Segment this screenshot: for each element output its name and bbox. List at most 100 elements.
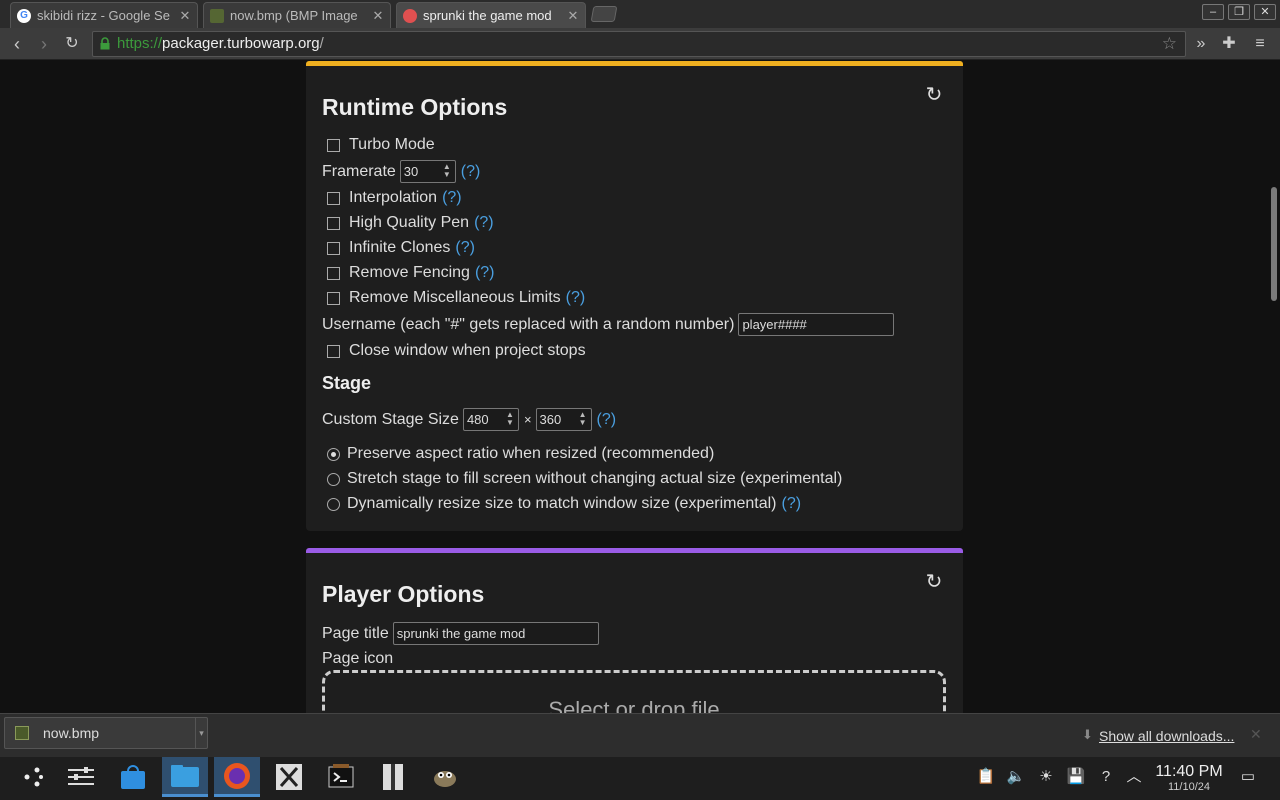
downloads-bar: now.bmp ▾ ⬇ Show all downloads... ✕ <box>0 713 1280 757</box>
menu-icon[interactable]: ≡ <box>1250 34 1270 54</box>
stepper-icon[interactable]: ▲ ▼ <box>579 411 587 427</box>
tray-expand-icon[interactable]: ︿ <box>1124 767 1144 787</box>
browser-toolbar: ‹ › ↻ https://packager.turbowarp.org/ ☆ … <box>0 28 1280 60</box>
lock-icon <box>100 37 110 50</box>
tab-turbowarp[interactable]: sprunki the game mod ✕ <box>396 2 586 28</box>
page-title-input[interactable]: sprunki the game mod <box>392 622 599 645</box>
close-tab-icon[interactable]: ✕ <box>372 8 384 24</box>
stage-size-option: Custom Stage Size 480 ▲ ▼ × 360 ▲ ▼ (?) <box>322 408 616 431</box>
scrollbar-thumb[interactable] <box>1271 187 1277 301</box>
image-file-icon <box>15 726 29 740</box>
system-clock[interactable]: 11:40 PM 11/10/24 <box>1150 763 1228 793</box>
extensions-overflow-icon[interactable]: » <box>1191 34 1211 54</box>
tab-bmp[interactable]: now.bmp (BMP Image ✕ <box>203 2 391 28</box>
page-title-option: Page title sprunki the game mod <box>322 622 599 645</box>
help-link[interactable]: (?) <box>781 495 801 513</box>
turbo-mode-checkbox[interactable] <box>327 138 340 152</box>
close-window-option[interactable]: Close window when project stops <box>322 342 586 360</box>
dynamic-resize-radio[interactable] <box>327 497 340 511</box>
turbo-mode-option[interactable]: Turbo Mode <box>322 136 435 154</box>
save-icon[interactable]: 💾 <box>1066 767 1086 787</box>
reset-icon[interactable]: ↻ <box>923 84 945 106</box>
tab-google[interactable]: G skibidi rizz - Google Se ✕ <box>10 2 198 28</box>
close-tab-icon[interactable]: ✕ <box>179 8 191 24</box>
framerate-option: Framerate 30 ▲ ▼ (?) <box>322 160 480 183</box>
hq-pen-option[interactable]: High Quality Pen (?) <box>322 214 494 232</box>
preserve-aspect-option[interactable]: Preserve aspect ratio when resized (reco… <box>322 445 714 463</box>
remove-misc-limits-option[interactable]: Remove Miscellaneous Limits (?) <box>322 289 585 307</box>
minimize-button[interactable]: – <box>1202 4 1224 20</box>
help-link[interactable]: (?) <box>474 214 494 232</box>
player-accent-bar <box>306 548 963 553</box>
close-window-checkbox[interactable] <box>327 344 340 358</box>
times-sign: × <box>523 412 532 427</box>
page-icon-label: Page icon <box>322 650 394 667</box>
download-icon: ⬇ <box>1082 727 1093 742</box>
runtime-accent-bar <box>306 61 963 66</box>
file-dropzone[interactable]: Select or drop file <box>322 670 946 713</box>
bookmark-star-icon[interactable]: ☆ <box>1162 32 1177 56</box>
stretch-stage-option[interactable]: Stretch stage to fill screen without cha… <box>322 470 842 488</box>
remove-fencing-checkbox[interactable] <box>327 266 340 280</box>
taskbar: 📋 🔈 ☀ 💾 ? ︿ 11:40 PM 11/10/24 ▭ <box>0 757 1280 800</box>
stepper-icon[interactable]: ▲ ▼ <box>443 163 451 179</box>
show-all-downloads-link[interactable]: Show all downloads... <box>1099 728 1234 744</box>
runtime-options-card: Runtime Options ↻ Turbo Mode Framerate 3… <box>306 61 963 531</box>
close-tab-icon[interactable]: ✕ <box>567 8 579 24</box>
volume-icon[interactable]: 🔈 <box>1006 767 1026 787</box>
remove-fencing-option[interactable]: Remove Fencing (?) <box>322 264 495 282</box>
settings-sliders-icon[interactable] <box>58 757 104 797</box>
help-link[interactable]: (?) <box>566 289 586 307</box>
help-circle-icon[interactable]: ? <box>1096 767 1116 787</box>
help-link[interactable]: (?) <box>442 189 462 207</box>
file-manager-icon[interactable] <box>162 757 208 797</box>
help-link[interactable]: (?) <box>461 163 481 181</box>
help-link[interactable]: (?) <box>597 411 617 429</box>
terminal-icon[interactable] <box>318 757 364 797</box>
close-downloads-icon[interactable]: ✕ <box>1250 726 1262 743</box>
help-link[interactable]: (?) <box>455 239 475 257</box>
interpolation-option[interactable]: Interpolation (?) <box>322 189 462 207</box>
notifications-icon[interactable]: ▭ <box>1238 767 1258 787</box>
puzzle-icon[interactable]: ✚ <box>1219 34 1239 54</box>
restore-button[interactable]: ❐ <box>1228 4 1250 20</box>
hq-pen-checkbox[interactable] <box>327 216 340 230</box>
image-icon <box>210 8 224 23</box>
new-tab-button[interactable] <box>590 6 618 22</box>
remove-misc-limits-checkbox[interactable] <box>327 291 340 305</box>
infinite-clones-option[interactable]: Infinite Clones (?) <box>322 239 475 257</box>
reset-icon[interactable]: ↻ <box>923 571 945 593</box>
stretch-stage-radio[interactable] <box>327 472 340 486</box>
gimp-icon[interactable] <box>422 757 468 797</box>
stage-height-input[interactable]: 360 ▲ ▼ <box>535 408 592 431</box>
help-link[interactable]: (?) <box>475 264 495 282</box>
page-content: Runtime Options ↻ Turbo Mode Framerate 3… <box>0 61 1268 713</box>
app-launcher-icon[interactable] <box>10 757 56 797</box>
stepper-icon[interactable]: ▲ ▼ <box>506 411 514 427</box>
download-menu-icon[interactable]: ▾ <box>195 718 207 748</box>
back-icon[interactable]: ‹ <box>6 33 28 55</box>
runtime-options-title: Runtime Options <box>322 94 508 120</box>
tab-strip: G skibidi rizz - Google Se ✕ now.bmp (BM… <box>0 0 1280 28</box>
forward-icon[interactable]: › <box>33 33 55 55</box>
preserve-aspect-radio[interactable] <box>327 447 340 461</box>
reload-icon[interactable]: ↻ <box>61 33 83 55</box>
store-icon[interactable] <box>110 757 156 797</box>
clipboard-icon[interactable]: 📋 <box>976 767 996 787</box>
stage-width-input[interactable]: 480 ▲ ▼ <box>462 408 519 431</box>
interpolation-checkbox[interactable] <box>327 191 340 205</box>
address-bar[interactable]: https://packager.turbowarp.org/ ☆ <box>92 31 1186 57</box>
archive-icon[interactable] <box>370 757 416 797</box>
brightness-icon[interactable]: ☀ <box>1036 767 1056 787</box>
stage-heading: Stage <box>322 373 372 393</box>
firefox-icon[interactable] <box>214 757 260 797</box>
page-scrollbar[interactable] <box>1268 61 1280 713</box>
close-window-button[interactable]: ✕ <box>1254 4 1276 20</box>
player-options-card: Player Options ↻ Page title sprunki the … <box>306 548 963 713</box>
framerate-input[interactable]: 30 ▲ ▼ <box>399 160 456 183</box>
infinite-clones-checkbox[interactable] <box>327 241 340 255</box>
dynamic-resize-option[interactable]: Dynamically resize size to match window … <box>322 495 801 513</box>
download-item[interactable]: now.bmp ▾ <box>4 717 208 749</box>
xterm-icon[interactable] <box>266 757 312 797</box>
username-input[interactable]: player#### <box>738 313 895 336</box>
